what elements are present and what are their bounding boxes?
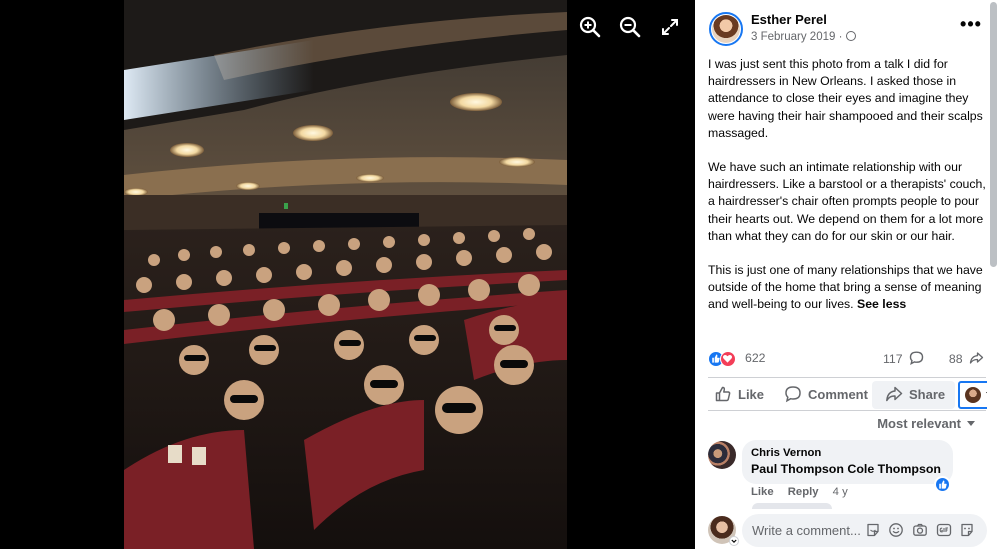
profile-selector-button[interactable] — [958, 381, 987, 409]
see-less-link[interactable]: See less — [857, 297, 906, 311]
comment-bubble-icon — [785, 386, 801, 403]
comment-composer — [742, 514, 987, 547]
post-scroll-area[interactable]: Esther Perel 3 February 2019 · ••• I was… — [695, 0, 987, 549]
comment-input[interactable] — [742, 514, 866, 547]
share-count-icon — [969, 352, 984, 364]
scrollbar-thumb[interactable] — [990, 2, 997, 267]
zoom-out-button[interactable] — [617, 14, 643, 40]
commenter-avatar[interactable] — [708, 441, 736, 469]
zoom-in-icon — [579, 16, 601, 38]
reaction-count[interactable]: 622 — [745, 351, 766, 365]
more-options-button[interactable]: ••• — [957, 14, 985, 38]
comment-author[interactable]: Chris Vernon — [751, 447, 821, 459]
like-button[interactable]: Like — [714, 381, 776, 409]
emoji-icon[interactable] — [888, 522, 904, 538]
chevron-down-icon — [967, 421, 975, 426]
comment-count[interactable]: 117 — [883, 351, 924, 366]
post-actions: Like Comment Share — [708, 379, 987, 411]
share-button[interactable]: Share — [872, 381, 955, 409]
globe-icon — [846, 31, 857, 41]
post-paragraph-text: This is just one of many relationships t… — [708, 263, 983, 312]
comment-like-reaction-icon[interactable] — [934, 476, 951, 493]
share-count-value: 88 — [948, 352, 963, 366]
next-comment-bubble — [752, 503, 832, 509]
comment-time[interactable]: 4 y — [833, 486, 848, 498]
divider — [708, 410, 986, 411]
comment-reply-link[interactable]: Reply — [788, 486, 819, 498]
photo-viewer — [0, 0, 695, 549]
comment-like-link[interactable]: Like — [751, 486, 774, 498]
post-paragraph: This is just one of many relationships t… — [708, 262, 986, 314]
scrollbar[interactable] — [987, 0, 1000, 549]
divider — [708, 377, 986, 378]
reaction-icons[interactable] — [708, 351, 742, 367]
sticker-icon[interactable] — [959, 522, 975, 538]
comment-sort-label: Most relevant — [877, 416, 961, 431]
sticker-icon[interactable] — [865, 522, 881, 538]
like-label: Like — [738, 387, 765, 402]
camera-icon[interactable] — [912, 522, 928, 538]
reactions-summary: 622 117 88 — [708, 348, 986, 370]
share-arrow-icon — [886, 386, 903, 402]
profile-avatar — [965, 387, 981, 403]
comment-count-value: 117 — [882, 352, 903, 366]
post-timestamp[interactable]: 3 February 2019 · — [751, 31, 857, 43]
thumbs-up-icon — [715, 386, 731, 402]
post-text: I was just sent this photo from a talk I… — [708, 56, 986, 331]
love-reaction-icon — [720, 351, 736, 367]
post-photo[interactable] — [124, 0, 567, 549]
fullscreen-button[interactable] — [657, 14, 683, 40]
comment-bubble: Chris Vernon Paul Thompson Cole Thompson — [742, 440, 953, 484]
comment-count-icon — [909, 351, 924, 365]
comment-button[interactable]: Comment — [784, 381, 874, 409]
comment-text[interactable]: Paul Thompson Cole Thompson — [751, 462, 941, 476]
fullscreen-icon — [662, 19, 678, 35]
gif-icon[interactable] — [936, 522, 952, 538]
photo-theater-audience — [124, 0, 567, 549]
chevron-down-icon[interactable] — [729, 536, 739, 546]
post-date[interactable]: 3 February 2019 · — [751, 31, 842, 43]
share-count[interactable]: 88 — [949, 351, 984, 366]
comment-sort-dropdown[interactable]: Most relevant — [877, 416, 975, 431]
post-paragraph: We have such an intimate relationship wi… — [708, 160, 986, 243]
comment-label: Comment — [808, 387, 868, 402]
zoom-out-icon — [619, 16, 641, 38]
comment-actions: Like Reply 4 y — [751, 486, 859, 498]
zoom-in-button[interactable] — [577, 14, 603, 40]
post-paragraph: I was just sent this photo from a talk I… — [708, 57, 983, 140]
post-panel: Esther Perel 3 February 2019 · ••• I was… — [695, 0, 1000, 549]
author-avatar[interactable] — [709, 12, 743, 46]
share-label: Share — [909, 387, 946, 402]
author-name[interactable]: Esther Perel — [751, 12, 827, 27]
